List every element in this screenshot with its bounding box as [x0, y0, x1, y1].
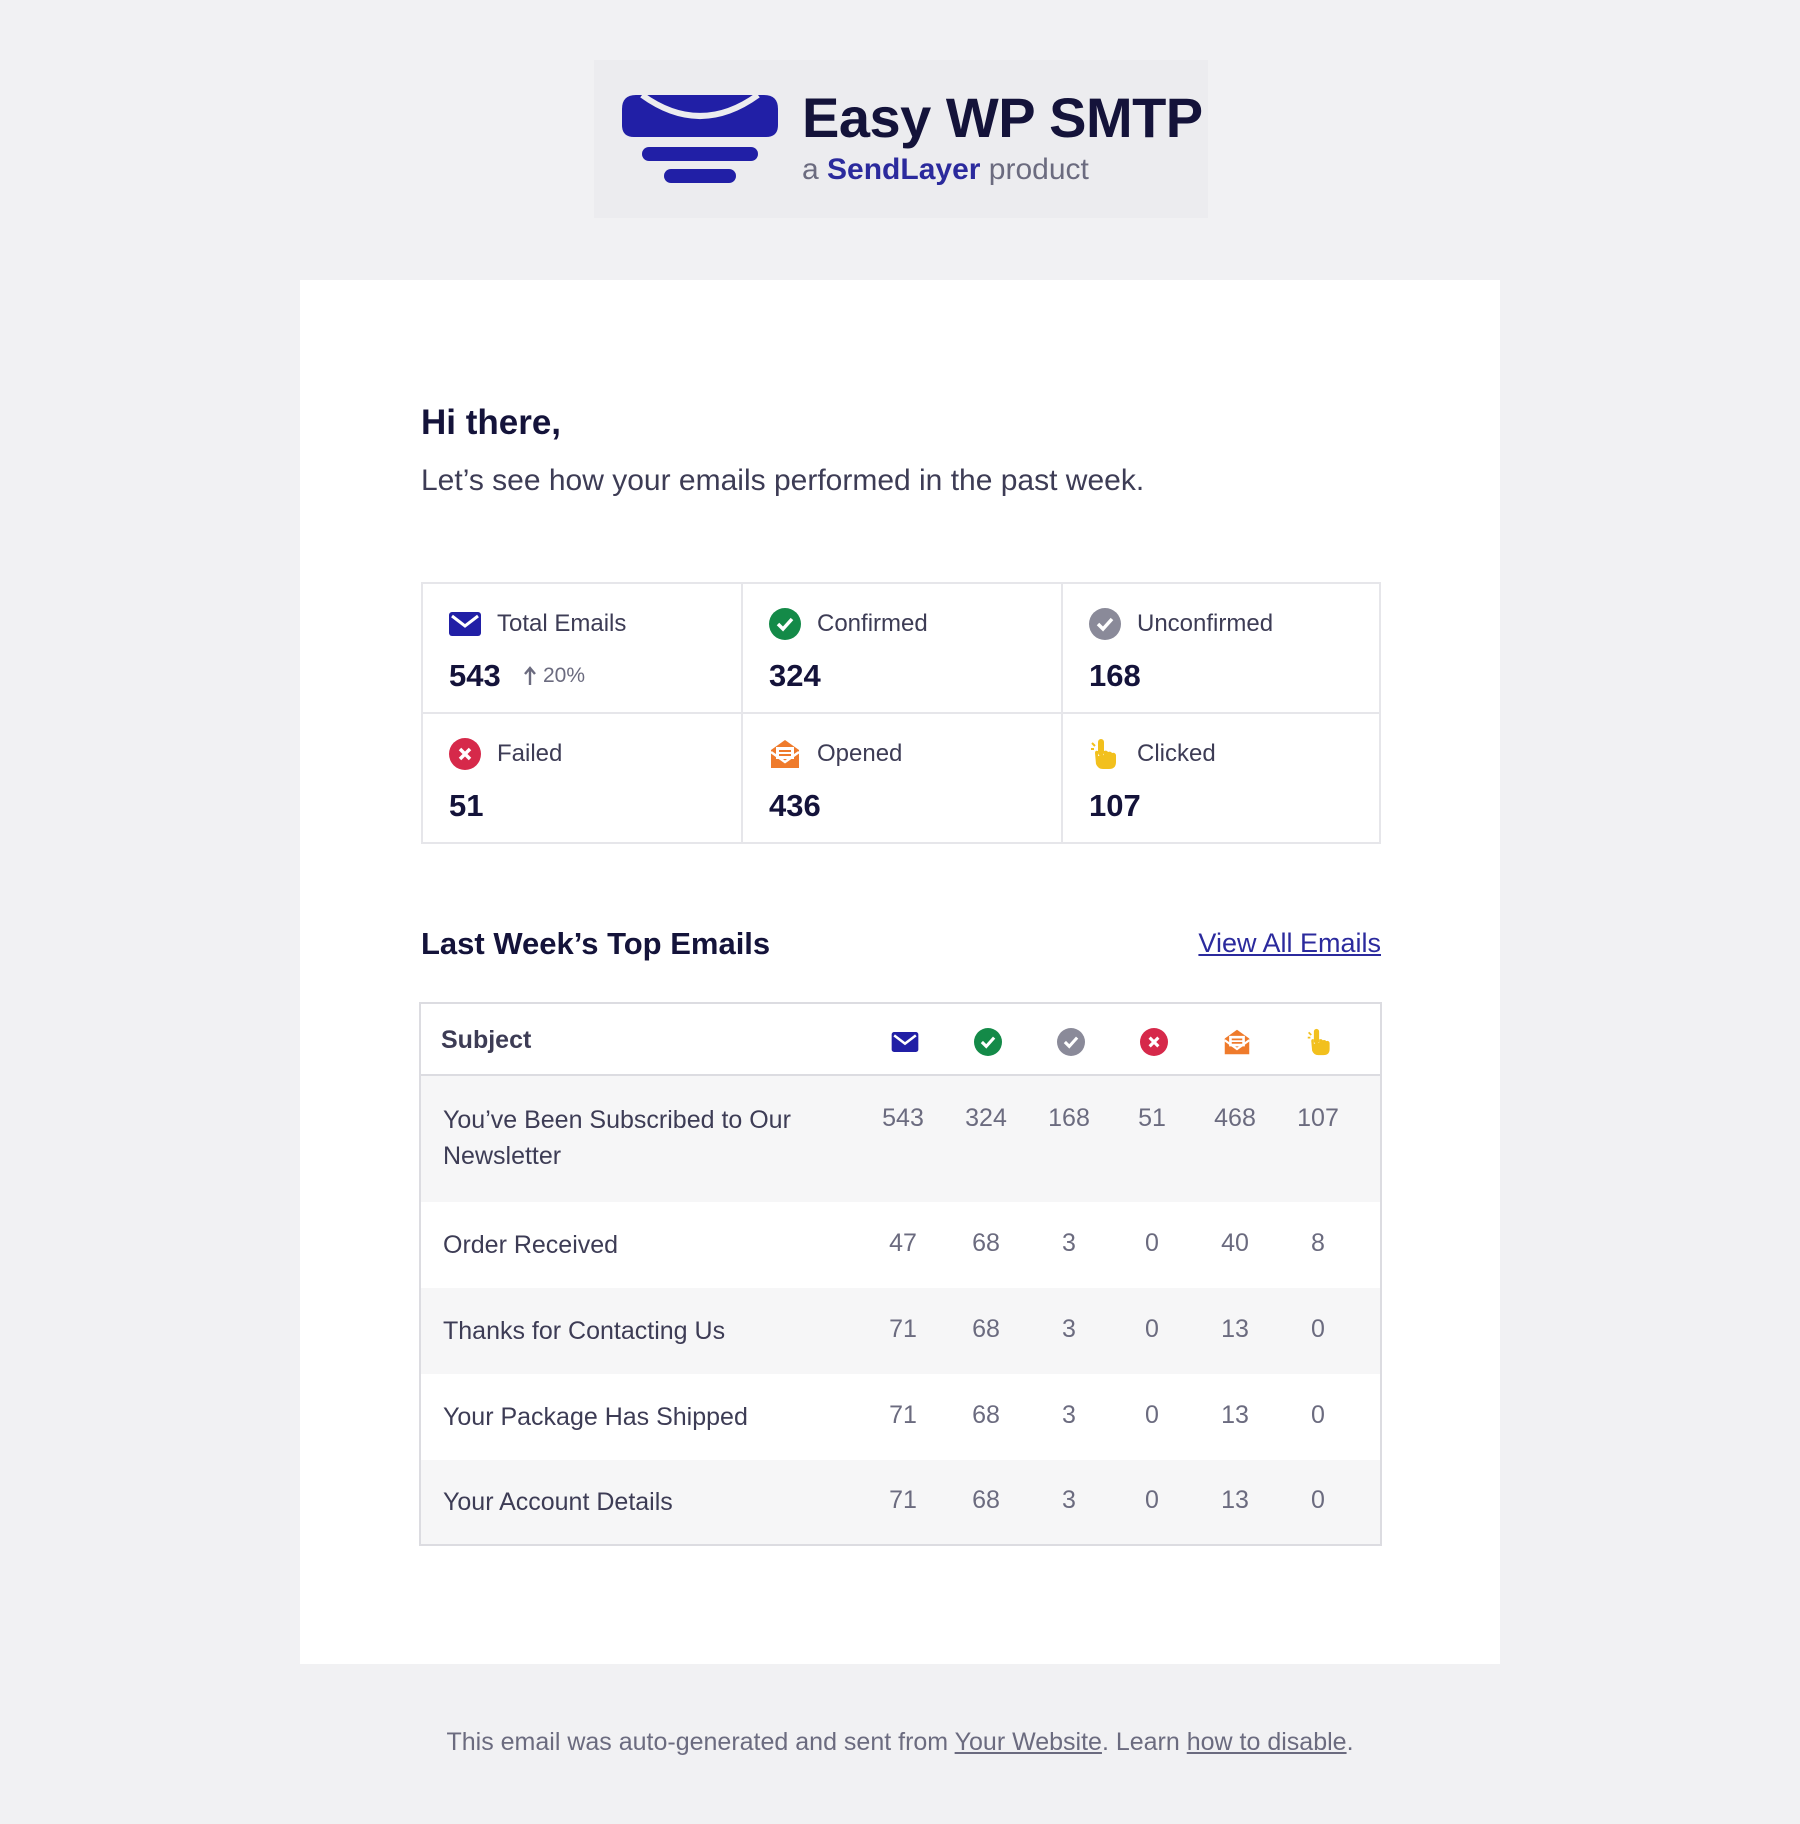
stat-value: 324 — [769, 658, 821, 693]
sendlayer-brand: SendLayer — [827, 153, 981, 186]
cell-failed: 51 — [1138, 1104, 1166, 1132]
cell-total: 71 — [889, 1315, 917, 1343]
cell-failed: 0 — [1145, 1486, 1159, 1514]
cell-total: 543 — [882, 1104, 924, 1132]
stat-value: 436 — [769, 788, 821, 823]
row-subject: Thanks for Contacting Us — [443, 1317, 726, 1345]
stat-label: Confirmed — [817, 610, 928, 637]
stat-value: 543 — [449, 658, 501, 693]
check-circle-icon — [972, 1026, 1004, 1058]
greeting: Hi there, — [421, 403, 562, 442]
arrow-up-icon — [524, 666, 536, 685]
table-row[interactable]: Your Package Has Shipped 71 68 3 0 13 0 — [421, 1374, 1380, 1460]
cell-opened: 13 — [1221, 1401, 1249, 1429]
how-to-disable-link[interactable]: how to disable — [1187, 1728, 1347, 1756]
table-row[interactable]: You’ve Been Subscribed to Our Newsletter… — [421, 1076, 1380, 1202]
stat-value: 168 — [1089, 658, 1141, 693]
cell-confirmed: 68 — [972, 1229, 1000, 1257]
stat-label: Total Emails — [497, 610, 627, 637]
stat-total-emails: Total Emails 543 20% — [423, 584, 743, 714]
your-website-link[interactable]: Your Website — [955, 1728, 1102, 1756]
row-subject: You’ve Been Subscribed to Our Newsletter — [443, 1106, 791, 1170]
open-envelope-icon — [1221, 1026, 1253, 1058]
table-header: Subject — [421, 1004, 1380, 1076]
x-circle-icon — [449, 738, 481, 770]
row-subject: Your Package Has Shipped — [443, 1403, 748, 1431]
cell-confirmed: 324 — [965, 1104, 1007, 1132]
cell-total: 71 — [889, 1401, 917, 1429]
check-circle-icon — [769, 608, 801, 640]
cell-clicked: 0 — [1311, 1486, 1325, 1514]
stat-value: 51 — [449, 788, 484, 823]
cell-clicked: 0 — [1311, 1315, 1325, 1343]
cell-confirmed: 68 — [972, 1486, 1000, 1514]
subject-header: Subject — [441, 1026, 532, 1054]
pointer-hand-icon — [1089, 738, 1121, 770]
cell-failed: 0 — [1145, 1229, 1159, 1257]
stat-label: Clicked — [1137, 740, 1216, 767]
cell-opened: 13 — [1221, 1486, 1249, 1514]
cell-failed: 0 — [1145, 1315, 1159, 1343]
open-envelope-icon — [769, 738, 801, 770]
stat-unconfirmed: Unconfirmed 168 — [1063, 584, 1379, 714]
cell-opened: 468 — [1214, 1104, 1256, 1132]
cell-opened: 40 — [1221, 1229, 1249, 1257]
brand-title: Easy WP SMTP — [802, 86, 1203, 149]
cell-confirmed: 68 — [972, 1401, 1000, 1429]
smtp-logo-icon — [622, 92, 778, 183]
brand-logo: Easy WP SMTP a SendLayer product — [594, 60, 1208, 218]
row-subject: Your Account Details — [443, 1488, 673, 1516]
grey-check-circle-icon — [1089, 608, 1121, 640]
envelope-icon — [889, 1026, 921, 1058]
top-emails-title: Last Week’s Top Emails — [421, 926, 771, 961]
grey-check-circle-icon — [1055, 1026, 1087, 1058]
table-row[interactable]: Order Received 47 68 3 0 40 8 — [421, 1202, 1380, 1288]
brand-subtitle: a SendLayer product — [802, 153, 1089, 186]
table-row[interactable]: Your Account Details 71 68 3 0 13 0 — [421, 1460, 1380, 1544]
stat-clicked: Clicked 107 — [1063, 714, 1379, 842]
cell-failed: 0 — [1145, 1401, 1159, 1429]
cell-unconfirmed: 3 — [1062, 1315, 1076, 1343]
stat-trend: 20% — [523, 664, 585, 688]
footer: This email was auto-generated and sent f… — [446, 1728, 1354, 1756]
x-circle-icon — [1138, 1026, 1170, 1058]
intro-text: Let’s see how your emails performed in t… — [421, 464, 1145, 497]
stat-value: 107 — [1089, 788, 1141, 823]
cell-clicked: 0 — [1311, 1401, 1325, 1429]
page: Easy WP SMTP a SendLayer product Hi ther… — [0, 0, 1800, 1824]
stat-failed: Failed 51 — [423, 714, 743, 842]
top-emails-table: Subject You’ve Been Subscribed to Our Ne… — [419, 1002, 1382, 1546]
cell-unconfirmed: 3 — [1062, 1229, 1076, 1257]
stat-confirmed: Confirmed 324 — [743, 584, 1063, 714]
cell-unconfirmed: 168 — [1048, 1104, 1090, 1132]
stats-grid: Total Emails 543 20% Confirmed 324 Uncon… — [421, 582, 1381, 844]
table-row[interactable]: Thanks for Contacting Us 71 68 3 0 13 0 — [421, 1288, 1380, 1374]
stat-label: Unconfirmed — [1137, 610, 1274, 637]
report-card: Hi there, Let’s see how your emails perf… — [300, 280, 1500, 1664]
row-subject: Order Received — [443, 1231, 619, 1259]
cell-total: 71 — [889, 1486, 917, 1514]
cell-total: 47 — [889, 1229, 917, 1257]
stat-label: Opened — [817, 740, 903, 767]
stat-opened: Opened 436 — [743, 714, 1063, 842]
cell-clicked: 8 — [1311, 1229, 1325, 1257]
envelope-icon — [449, 608, 481, 640]
cell-unconfirmed: 3 — [1062, 1486, 1076, 1514]
stat-label: Failed — [497, 740, 563, 767]
view-all-emails-link[interactable]: View All Emails — [1198, 928, 1381, 959]
cell-clicked: 107 — [1297, 1104, 1339, 1132]
pointer-hand-icon — [1304, 1026, 1336, 1058]
cell-unconfirmed: 3 — [1062, 1401, 1076, 1429]
cell-opened: 13 — [1221, 1315, 1249, 1343]
cell-confirmed: 68 — [972, 1315, 1000, 1343]
